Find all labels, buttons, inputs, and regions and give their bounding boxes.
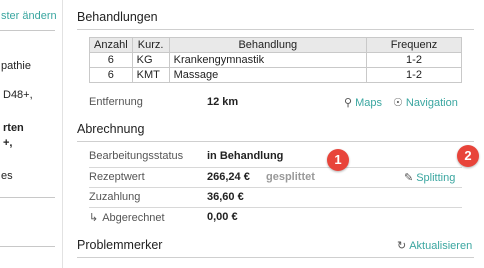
table-row[interactable]: 6 KG Krankengymnastik 1-2 xyxy=(89,52,462,68)
rezeptwert-label: Rezeptwert xyxy=(89,171,145,183)
abgerechnet-label-text: Abgerechnet xyxy=(102,212,165,224)
cell-anzahl: 6 xyxy=(89,52,133,68)
cell-behandlung: Massage xyxy=(168,67,368,83)
left-line-4: +, xyxy=(3,137,13,149)
left-divider xyxy=(0,197,55,198)
sub-arrow-icon: ↳ xyxy=(89,212,99,224)
abgerechnet-label: ↳ Abgerechnet xyxy=(89,211,165,224)
column-header-frequenz[interactable]: Frequenz xyxy=(366,37,462,53)
left-panel: ster ändern pathie D48+, rten +, es xyxy=(0,0,62,268)
panel-separator xyxy=(62,0,63,268)
entfernung-value: 12 km xyxy=(207,96,239,108)
cell-frequenz: 1-2 xyxy=(366,67,462,83)
table-header-row: Anzahl Kurz. Behandlung Frequenz xyxy=(89,37,462,53)
left-line-2: D48+, xyxy=(3,89,33,101)
left-divider xyxy=(0,246,55,247)
problemmerker-title: Problemmerker xyxy=(77,238,163,252)
cell-frequenz: 1-2 xyxy=(366,52,462,68)
maps-label: Maps xyxy=(355,97,382,109)
edit-icon: ✎ xyxy=(404,172,414,184)
left-divider xyxy=(0,30,55,31)
left-line-5: es xyxy=(1,170,13,182)
row-divider xyxy=(89,207,462,208)
cell-behandlung: Krankengymnastik xyxy=(168,52,368,68)
rezeptwert-value: 266,24 € xyxy=(207,171,250,183)
zuzahlung-value: 36,60 € xyxy=(207,191,244,203)
behandlungen-table: Anzahl Kurz. Behandlung Frequenz 6 KG Kr… xyxy=(89,37,462,83)
behandlungen-title: Behandlungen xyxy=(77,10,158,24)
gesplittet-status: gesplittet xyxy=(266,171,315,183)
splitting-label: Splitting xyxy=(416,172,456,184)
left-line-3: rten xyxy=(3,122,24,134)
refresh-button[interactable]: ↻ Aktualisieren xyxy=(397,239,472,252)
change-master-link[interactable]: ster ändern xyxy=(1,10,57,22)
status-value: in Behandlung xyxy=(207,150,284,162)
section-divider xyxy=(77,29,474,30)
column-header-behandlung[interactable]: Behandlung xyxy=(168,37,368,53)
row-divider xyxy=(89,167,462,168)
abgerechnet-value: 0,00 € xyxy=(207,211,238,223)
cell-anzahl: 6 xyxy=(89,67,133,83)
abrechnung-title: Abrechnung xyxy=(77,122,145,136)
table-row[interactable]: 6 KMT Massage 1-2 xyxy=(89,67,462,83)
navigation-link[interactable]: ☉ Navigation xyxy=(393,96,458,109)
map-pin-icon: ⚲ xyxy=(344,97,353,109)
navigation-label: Navigation xyxy=(405,97,458,109)
refresh-label: Aktualisieren xyxy=(409,240,473,252)
cell-kurz: KG xyxy=(131,52,170,68)
section-divider xyxy=(77,257,474,258)
annotation-badge-2: 2 xyxy=(457,145,479,167)
column-header-anzahl[interactable]: Anzahl xyxy=(89,37,133,53)
left-line-1: pathie xyxy=(1,60,31,72)
maps-link[interactable]: ⚲ Maps xyxy=(344,96,382,109)
status-label: Bearbeitungsstatus xyxy=(89,150,184,162)
section-divider xyxy=(77,141,474,142)
refresh-icon: ↻ xyxy=(397,240,407,252)
annotation-badge-1: 1 xyxy=(327,149,349,171)
cell-kurz: KMT xyxy=(131,67,170,83)
row-divider xyxy=(89,187,462,188)
navigation-icon: ☉ xyxy=(393,97,403,109)
entfernung-label: Entfernung xyxy=(89,96,143,108)
column-header-kurz[interactable]: Kurz. xyxy=(131,37,170,53)
zuzahlung-label: Zuzahlung xyxy=(89,191,141,203)
splitting-button[interactable]: ✎ Splitting xyxy=(404,171,455,184)
